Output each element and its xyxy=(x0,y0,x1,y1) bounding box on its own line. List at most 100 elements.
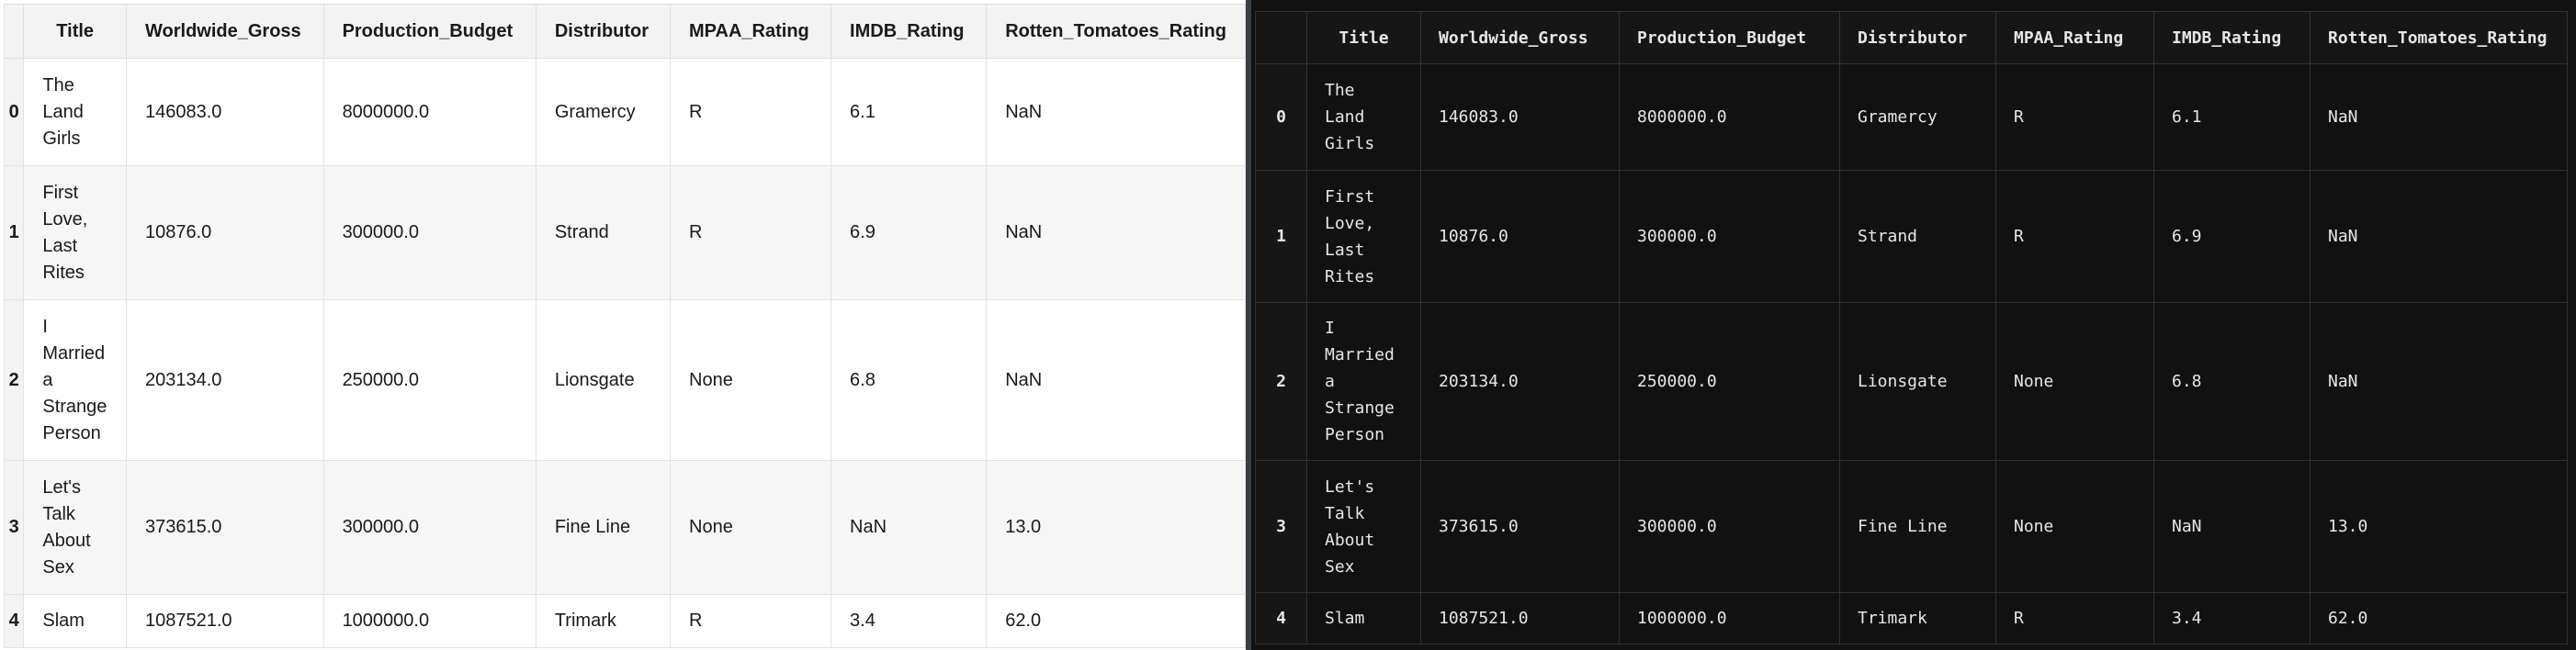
cell-rotten-tomatoes-rating: NaN xyxy=(986,165,1246,300)
cell-imdb-rating: 6.1 xyxy=(2153,63,2310,171)
table-row: 4 Slam 1087521.0 1000000.0 Trimark R 3.4… xyxy=(1255,592,2568,644)
cell-rotten-tomatoes-rating: NaN xyxy=(2310,170,2568,303)
column-header-rotten-tomatoes-rating: Rotten_Tomatoes_Rating xyxy=(986,4,1246,59)
row-index: 4 xyxy=(1255,592,1307,644)
cell-distributor: Trimark xyxy=(1839,592,1996,644)
cell-mpaa-rating: R xyxy=(1995,63,2154,171)
cell-production-budget: 300000.0 xyxy=(322,165,537,300)
cell-imdb-rating: 6.9 xyxy=(2153,170,2310,303)
column-header-mpaa-rating: MPAA_Rating xyxy=(1995,11,2154,64)
cell-production-budget: 300000.0 xyxy=(1619,460,1840,593)
cell-worldwide-gross: 1087521.0 xyxy=(126,594,324,648)
header-row: Title Worldwide_Gross Production_Budget … xyxy=(3,4,1246,59)
cell-worldwide-gross: 203134.0 xyxy=(126,299,324,461)
cell-mpaa-rating: R xyxy=(670,58,832,166)
cell-imdb-rating: NaN xyxy=(830,460,988,595)
cell-title: First Love, Last Rites xyxy=(23,165,127,300)
cell-mpaa-rating: None xyxy=(1995,302,2154,461)
cell-imdb-rating: NaN xyxy=(2153,460,2310,593)
cell-worldwide-gross: 373615.0 xyxy=(126,460,324,595)
row-index: 2 xyxy=(1255,302,1307,461)
cell-title: The Land Girls xyxy=(1306,63,1421,171)
cell-mpaa-rating: None xyxy=(1995,460,2154,593)
cell-title: I Married a Strange Person xyxy=(1306,302,1421,461)
cell-distributor: Fine Line xyxy=(1839,460,1996,593)
cell-rotten-tomatoes-rating: 13.0 xyxy=(2310,460,2568,593)
cell-worldwide-gross: 146083.0 xyxy=(1420,63,1620,171)
cell-mpaa-rating: None xyxy=(670,299,832,461)
cell-imdb-rating: 3.4 xyxy=(2153,592,2310,644)
row-index: 4 xyxy=(3,594,25,648)
cell-title: First Love, Last Rites xyxy=(1306,170,1421,303)
cell-production-budget: 1000000.0 xyxy=(322,594,537,648)
column-header-production-budget: Production_Budget xyxy=(1619,11,1840,64)
column-header-imdb-rating: IMDB_Rating xyxy=(2153,11,2310,64)
cell-rotten-tomatoes-rating: 62.0 xyxy=(986,594,1246,648)
column-header-rotten-tomatoes-rating: Rotten_Tomatoes_Rating xyxy=(2310,11,2568,64)
cell-title: Slam xyxy=(1306,592,1421,644)
cell-worldwide-gross: 146083.0 xyxy=(126,58,324,166)
dark-theme-dataframe-panel: Title Worldwide_Gross Production_Budget … xyxy=(1251,0,2576,650)
cell-imdb-rating: 6.9 xyxy=(830,165,988,300)
row-index: 2 xyxy=(3,299,25,461)
cell-rotten-tomatoes-rating: NaN xyxy=(2310,302,2568,461)
row-index: 0 xyxy=(1255,63,1307,171)
table-row: 3 Let's Talk About Sex 373615.0 300000.0… xyxy=(1255,460,2568,593)
cell-imdb-rating: 6.8 xyxy=(830,299,988,461)
cell-distributor: Gramercy xyxy=(535,58,672,166)
index-header xyxy=(1255,11,1307,64)
light-theme-dataframe-panel: Title Worldwide_Gross Production_Budget … xyxy=(0,0,1246,650)
cell-production-budget: 300000.0 xyxy=(322,460,537,595)
cell-distributor: Strand xyxy=(1839,170,1996,303)
cell-mpaa-rating: R xyxy=(1995,592,2154,644)
cell-rotten-tomatoes-rating: 62.0 xyxy=(2310,592,2568,644)
cell-production-budget: 1000000.0 xyxy=(1619,592,1840,644)
column-header-worldwide-gross: Worldwide_Gross xyxy=(1420,11,1620,64)
table-row: 0 The Land Girls 146083.0 8000000.0 Gram… xyxy=(1255,63,2568,171)
cell-rotten-tomatoes-rating: NaN xyxy=(2310,63,2568,171)
cell-rotten-tomatoes-rating: 13.0 xyxy=(986,460,1246,595)
cell-imdb-rating: 3.4 xyxy=(830,594,988,648)
header-row: Title Worldwide_Gross Production_Budget … xyxy=(1255,11,2568,64)
cell-production-budget: 8000000.0 xyxy=(322,58,537,166)
cell-title: Let's Talk About Sex xyxy=(23,460,127,595)
table-row: 2 I Married a Strange Person 203134.0 25… xyxy=(1255,302,2568,461)
column-header-distributor: Distributor xyxy=(1839,11,1996,64)
cell-distributor: Lionsgate xyxy=(1839,302,1996,461)
cell-worldwide-gross: 10876.0 xyxy=(1420,170,1620,303)
cell-worldwide-gross: 373615.0 xyxy=(1420,460,1620,593)
row-index: 1 xyxy=(3,165,25,300)
cell-mpaa-rating: R xyxy=(670,594,832,648)
column-header-production-budget: Production_Budget xyxy=(322,4,537,59)
cell-mpaa-rating: R xyxy=(670,165,832,300)
row-index: 0 xyxy=(3,58,25,166)
cell-distributor: Fine Line xyxy=(535,460,672,595)
table-row: 0 The Land Girls 146083.0 8000000.0 Gram… xyxy=(3,58,1246,166)
column-header-mpaa-rating: MPAA_Rating xyxy=(670,4,832,59)
cell-distributor: Strand xyxy=(535,165,672,300)
table-row: 1 First Love, Last Rites 10876.0 300000.… xyxy=(3,165,1246,300)
cell-distributor: Trimark xyxy=(535,594,672,648)
cell-rotten-tomatoes-rating: NaN xyxy=(986,58,1246,166)
cell-title: Slam xyxy=(23,594,127,648)
cell-production-budget: 250000.0 xyxy=(1619,302,1840,461)
cell-worldwide-gross: 10876.0 xyxy=(126,165,324,300)
cell-rotten-tomatoes-rating: NaN xyxy=(986,299,1246,461)
cell-imdb-rating: 6.8 xyxy=(2153,302,2310,461)
row-index: 1 xyxy=(1255,170,1307,303)
table-row: 2 I Married a Strange Person 203134.0 25… xyxy=(3,299,1246,461)
column-header-title: Title xyxy=(1306,11,1421,64)
cell-mpaa-rating: R xyxy=(1995,170,2154,303)
row-index: 3 xyxy=(3,460,25,595)
cell-title: Let's Talk About Sex xyxy=(1306,460,1421,593)
column-header-title: Title xyxy=(23,4,127,59)
cell-distributor: Gramercy xyxy=(1839,63,1996,171)
index-header xyxy=(3,4,25,59)
cell-production-budget: 8000000.0 xyxy=(1619,63,1840,171)
cell-title: I Married a Strange Person xyxy=(23,299,127,461)
table-row: 3 Let's Talk About Sex 373615.0 300000.0… xyxy=(3,460,1246,595)
cell-imdb-rating: 6.1 xyxy=(830,58,988,166)
dataframe-table-dark: Title Worldwide_Gross Production_Budget … xyxy=(1255,11,2568,644)
cell-worldwide-gross: 1087521.0 xyxy=(1420,592,1620,644)
dataframe-table-light: Title Worldwide_Gross Production_Budget … xyxy=(3,4,1246,648)
